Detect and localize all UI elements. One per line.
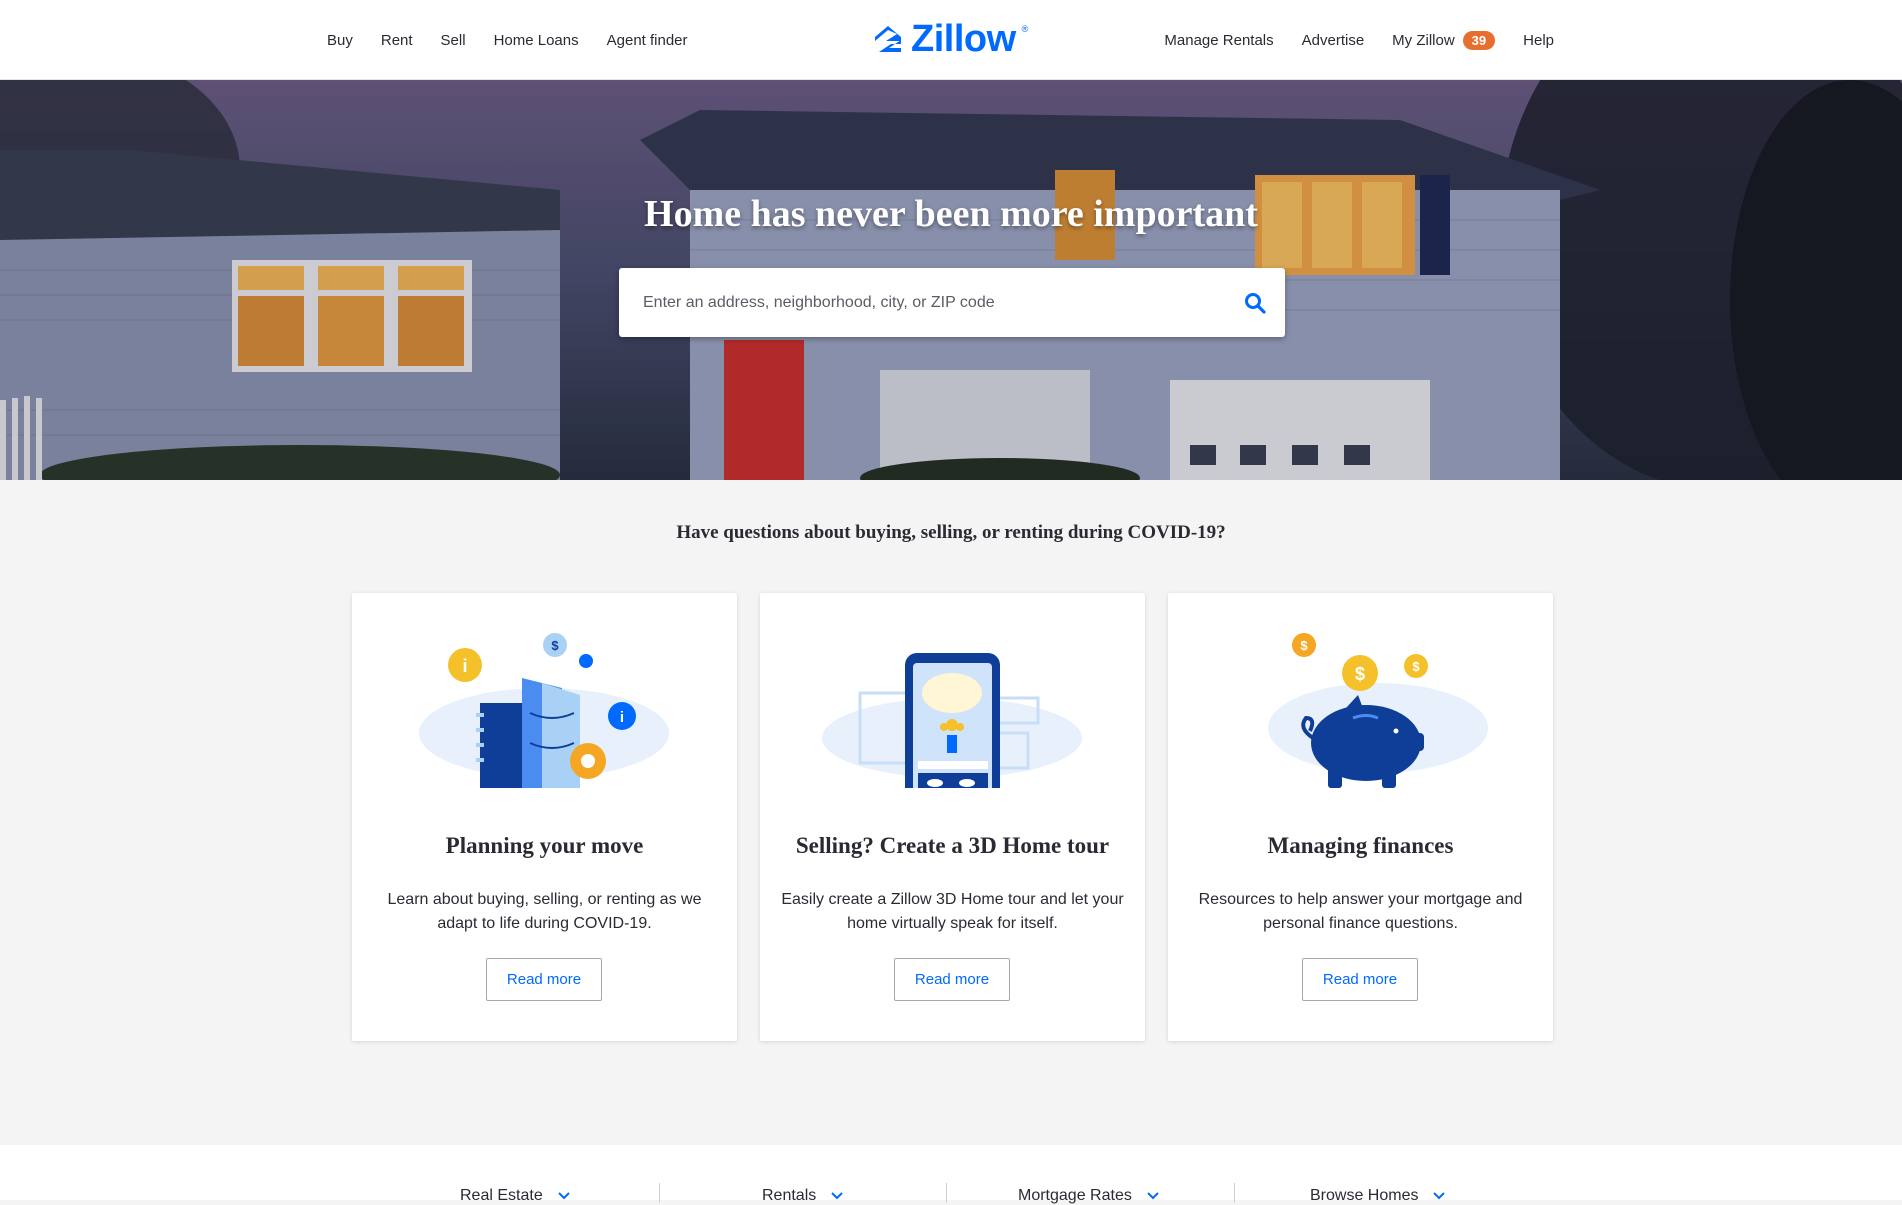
search-icon <box>1245 292 1266 314</box>
zillow-logo[interactable]: Zillow ® <box>871 20 1028 58</box>
footer-divider <box>946 1183 947 1203</box>
notification-badge: 39 <box>1462 30 1496 50</box>
footer-tab-mortgage-rates[interactable]: Mortgage Rates <box>1018 1187 1160 1205</box>
card-description: Resources to help answer your mortgage a… <box>1198 891 1523 932</box>
read-more-button[interactable]: Read more <box>486 958 602 1001</box>
card-finances: $ $ $ Managing finances Resources to hel… <box>1168 593 1553 1041</box>
svg-text:i: i <box>620 709 624 726</box>
hero-banner: Home has never been more important <box>0 80 1902 480</box>
svg-text:$: $ <box>1300 638 1308 653</box>
svg-text:$: $ <box>1355 664 1365 684</box>
hero-title: Home has never been more important <box>644 193 1258 235</box>
covid-heading: Have questions about buying, selling, or… <box>676 522 1226 543</box>
card-description: Learn about buying, selling, or renting … <box>387 891 702 932</box>
footer-tab-label: Browse Homes <box>1310 1187 1419 1204</box>
footer-tab-label: Real Estate <box>460 1187 543 1204</box>
card-description: Easily create a Zillow 3D Home tour and … <box>781 891 1124 932</box>
nav-home-loans[interactable]: Home Loans <box>494 32 579 49</box>
nav-buy[interactable]: Buy <box>327 32 353 49</box>
nav-agent-finder[interactable]: Agent finder <box>607 32 688 49</box>
search-button[interactable] <box>1225 268 1285 337</box>
footer-divider <box>659 1183 660 1203</box>
nav-my-zillow[interactable]: My Zillow 39 <box>1392 30 1496 50</box>
card-planning: i $ i Planning your move Learn about buy… <box>352 593 737 1041</box>
read-more-button[interactable]: Read more <box>894 958 1010 1001</box>
primary-nav: Buy Rent Sell Home Loans Agent finder <box>327 0 688 80</box>
3d-tour-phone-illustration-icon <box>822 653 1082 788</box>
top-header: Buy Rent Sell Home Loans Agent finder Zi… <box>0 0 1902 80</box>
svg-text:$: $ <box>1412 659 1420 674</box>
secondary-nav: Manage Rentals Advertise My Zillow 39 Hel… <box>1164 0 1554 80</box>
search-bar <box>619 268 1285 337</box>
nav-manage-rentals[interactable]: Manage Rentals <box>1164 32 1273 49</box>
logo-wordmark: Zillow <box>911 18 1016 60</box>
card-title: Selling? Create a 3D Home tour <box>795 833 1110 858</box>
nav-help[interactable]: Help <box>1523 32 1554 49</box>
svg-text:$: $ <box>551 638 559 653</box>
nav-rent[interactable]: Rent <box>381 32 413 49</box>
nav-advertise[interactable]: Advertise <box>1302 32 1365 49</box>
footer-tab-label: Rentals <box>762 1187 817 1204</box>
zillow-logo-icon <box>875 26 901 52</box>
card-title: Managing finances <box>1267 833 1454 858</box>
logo-registered-mark: ® <box>1021 24 1029 34</box>
card-title: Planning your move <box>445 833 644 858</box>
footer-tab-rentals[interactable]: Rentals <box>762 1187 844 1205</box>
planning-illustration-icon: i $ i <box>419 633 669 788</box>
svg-text:i: i <box>462 656 467 676</box>
piggy-bank-illustration-icon: $ $ $ <box>1268 633 1488 788</box>
card-3d-tour: Selling? Create a 3D Home tour Easily cr… <box>760 593 1145 1041</box>
footer-tab-browse-homes[interactable]: Browse Homes <box>1310 1187 1446 1205</box>
nav-sell[interactable]: Sell <box>441 32 466 49</box>
search-input[interactable] <box>619 268 1225 337</box>
read-more-button[interactable]: Read more <box>1302 958 1418 1001</box>
footer-divider <box>1234 1183 1235 1203</box>
my-zillow-label: My Zillow <box>1392 31 1455 49</box>
footer-tab-real-estate[interactable]: Real Estate <box>460 1187 571 1205</box>
footer-links: Real Estate Rentals Mortgage Rates Brows… <box>0 1145 1902 1204</box>
footer-tab-label: Mortgage Rates <box>1018 1187 1132 1204</box>
